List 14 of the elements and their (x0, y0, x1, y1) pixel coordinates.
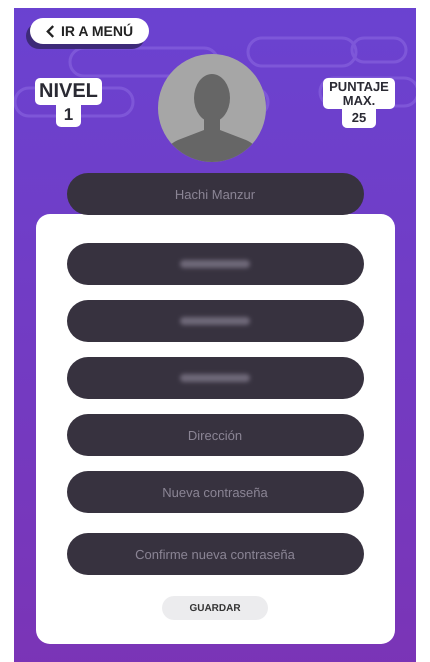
score-value: 25 (342, 108, 376, 128)
input-field[interactable]: Dirección (66, 414, 364, 456)
score-label: PUNTAJE MAX. (323, 78, 395, 109)
input-field[interactable] (66, 357, 364, 399)
input-field[interactable]: Nueva contraseña (66, 471, 364, 513)
level-value: 1 (56, 105, 82, 127)
input-field[interactable]: Confirme nueva contraseña (66, 533, 364, 575)
level-label: NIVEL (35, 78, 102, 105)
input-field[interactable] (66, 300, 364, 342)
avatar-silhouette-icon (158, 54, 266, 162)
input-field[interactable] (66, 243, 364, 285)
back-button[interactable]: IR A MENÚ (30, 18, 150, 44)
save-button[interactable]: GUARDAR (162, 596, 268, 620)
chevron-left-icon (46, 24, 55, 38)
